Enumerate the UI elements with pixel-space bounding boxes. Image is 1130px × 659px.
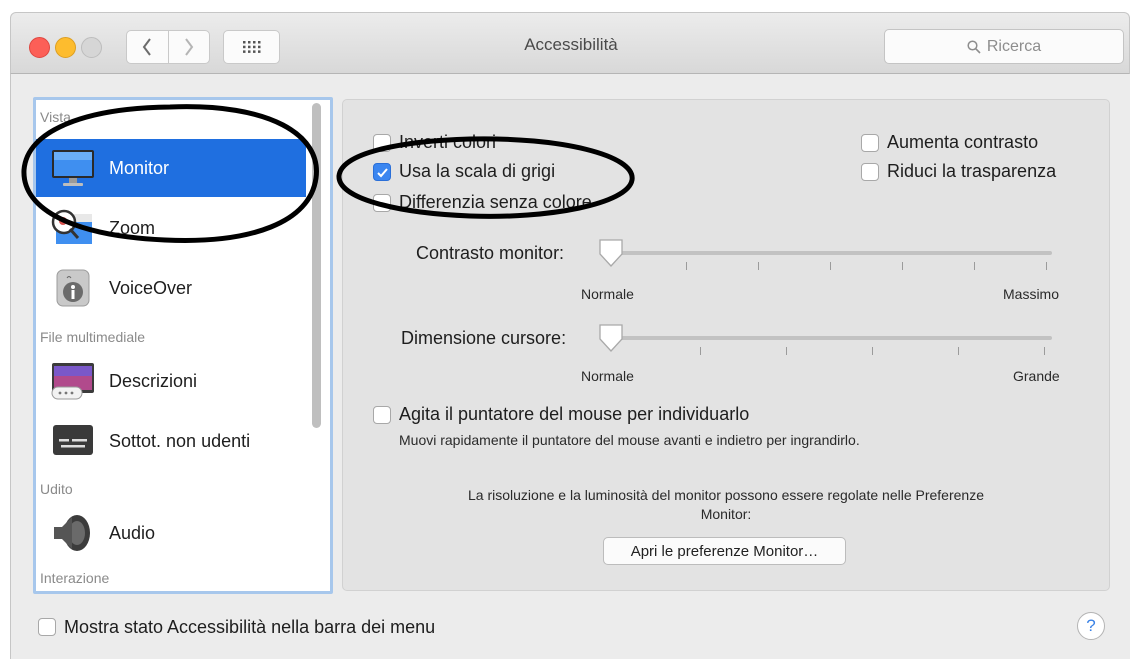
show-in-menu-bar-checkbox[interactable] — [38, 618, 56, 636]
slider-tick — [758, 262, 759, 270]
grayscale-label: Usa la scala di grigi — [399, 161, 556, 181]
sidebar-item-label: Descrizioni — [109, 371, 198, 391]
sidebar-item-monitor[interactable]: Monitor — [36, 139, 306, 197]
invert-colors-checkbox[interactable] — [373, 134, 391, 152]
section-header-vista: Vista — [40, 109, 71, 125]
cursor-min-label: Normale — [581, 368, 634, 384]
reduce-transparency-label: Riduci la trasparenza — [887, 161, 1057, 181]
cursor-max-label: Grande — [1013, 368, 1060, 384]
display-info-text: La risoluzione e la luminosità del monit… — [468, 487, 984, 503]
descriptions-icon — [51, 363, 94, 400]
title-bar: Accessibilità Ricerca — [10, 12, 1130, 74]
sidebar-item-sottotitoli[interactable]: Sottot. non udenti — [36, 412, 306, 470]
reduce-transparency-checkbox[interactable] — [861, 163, 879, 181]
section-header-interazione: Interazione — [40, 570, 110, 586]
shake-pointer-checkbox[interactable] — [373, 406, 391, 424]
voiceover-icon — [56, 269, 90, 307]
contrast-max-label: Massimo — [1003, 286, 1060, 302]
differentiate-checkbox[interactable] — [373, 194, 391, 212]
open-display-preferences-button[interactable]: Apri le preferenze Monitor… — [603, 537, 846, 565]
slider-tick — [1046, 262, 1047, 270]
differentiate-label: Differenzia senza colore — [399, 192, 592, 212]
invert-colors-label: Inverti colori — [399, 132, 497, 152]
section-header-media: File multimediale — [40, 329, 146, 345]
sidebar-list[interactable]: Vista Monitor Zoom VoiceOver File multim… — [33, 97, 333, 594]
speaker-icon — [54, 515, 90, 551]
search-icon — [967, 39, 981, 54]
sidebar-scrollbar[interactable] — [312, 103, 321, 428]
sidebar-item-label: Sottot. non udenti — [109, 431, 251, 451]
slider-tick — [872, 347, 873, 355]
shake-pointer-description: Muovi rapidamente il puntatore del mouse… — [399, 432, 860, 448]
slider-tick — [902, 262, 903, 270]
help-button[interactable]: ? — [1077, 612, 1105, 640]
captions-icon — [53, 425, 93, 455]
section-header-udito: Udito — [40, 481, 73, 497]
slider-tick — [830, 262, 831, 270]
sidebar-item-label: Monitor — [109, 158, 170, 178]
slider-tick — [958, 347, 959, 355]
search-placeholder: Ricerca — [986, 37, 1042, 55]
contrast-min-label: Normale — [581, 286, 634, 302]
slider-tick — [700, 347, 701, 355]
contrast-slider-knob[interactable] — [597, 238, 625, 268]
help-icon: ? — [1086, 616, 1096, 635]
contrast-slider-track[interactable] — [602, 251, 1052, 255]
monitor-icon — [52, 150, 94, 186]
sidebar-item-zoom[interactable]: Zoom — [36, 199, 306, 257]
sidebar-item-label: Zoom — [109, 218, 156, 238]
slider-tick — [1044, 347, 1045, 355]
checkmark-icon — [377, 168, 388, 178]
sidebar-item-audio[interactable]: Audio — [36, 504, 306, 562]
sidebar-item-label: Audio — [109, 523, 156, 543]
cursor-slider-label: Dimensione cursore: — [401, 328, 567, 348]
cursor-slider-knob[interactable] — [597, 323, 625, 353]
shake-pointer-label: Agita il puntatore del mouse per individ… — [399, 404, 750, 424]
sidebar-item-voiceover[interactable]: VoiceOver — [36, 259, 306, 317]
increase-contrast-label: Aumenta contrasto — [887, 132, 1039, 152]
slider-tick — [974, 262, 975, 270]
slider-tick — [786, 347, 787, 355]
show-in-menu-bar-label: Mostra stato Accessibilità nella barra d… — [64, 617, 436, 637]
slider-tick — [686, 262, 687, 270]
contrast-slider-label: Contrasto monitor: — [416, 243, 565, 263]
zoom-icon — [51, 209, 92, 244]
sidebar-item-descrizioni[interactable]: Descrizioni — [36, 352, 306, 410]
cursor-slider-track[interactable] — [602, 336, 1052, 340]
increase-contrast-checkbox[interactable] — [861, 134, 879, 152]
sidebar-item-label: VoiceOver — [109, 278, 193, 298]
search-input[interactable]: Ricerca — [884, 29, 1124, 64]
display-info-text-2: Monitor: — [700, 506, 752, 522]
grayscale-checkbox[interactable] — [373, 163, 391, 181]
